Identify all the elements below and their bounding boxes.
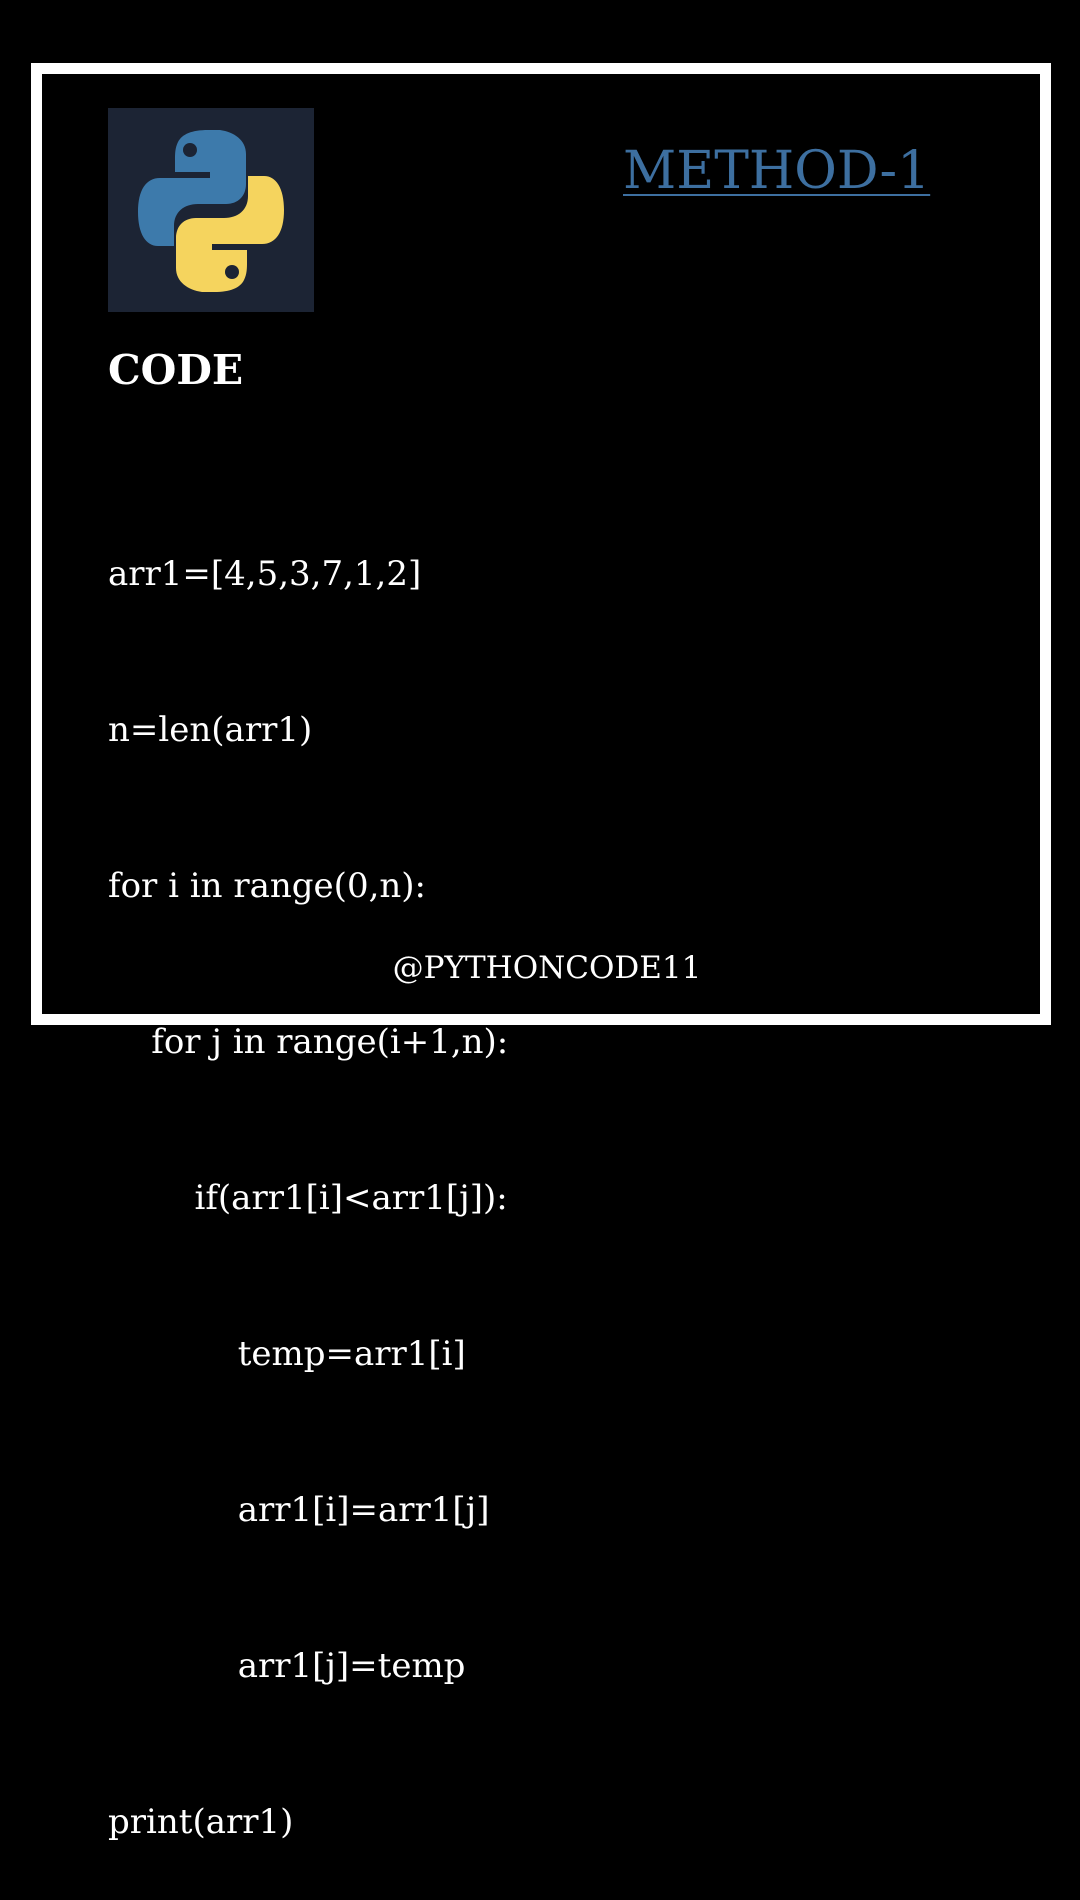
code-line: temp=arr1[i] — [108, 1334, 466, 1374]
code-line: for i in range(0,n): — [108, 866, 427, 906]
code-line: arr1[i]=arr1[j] — [108, 1490, 490, 1530]
code-line: arr1[j]=temp — [108, 1646, 466, 1686]
footer-handle: @PYTHONCODE11 — [392, 950, 702, 986]
code-line: n=len(arr1) — [108, 710, 313, 750]
code-line: if(arr1[i]<arr1[j]): — [108, 1178, 508, 1218]
section-heading-code: CODE — [108, 346, 244, 394]
python-logo-icon — [108, 108, 314, 312]
code-line: arr1=[4,5,3,7,1,2] — [108, 554, 422, 594]
code-block: arr1=[4,5,3,7,1,2] n=len(arr1) for i in … — [108, 444, 508, 1900]
method-1-link[interactable]: METHOD-1 — [623, 140, 930, 202]
code-line: print(arr1) — [108, 1802, 294, 1842]
code-line: for j in range(i+1,n): — [108, 1022, 509, 1062]
